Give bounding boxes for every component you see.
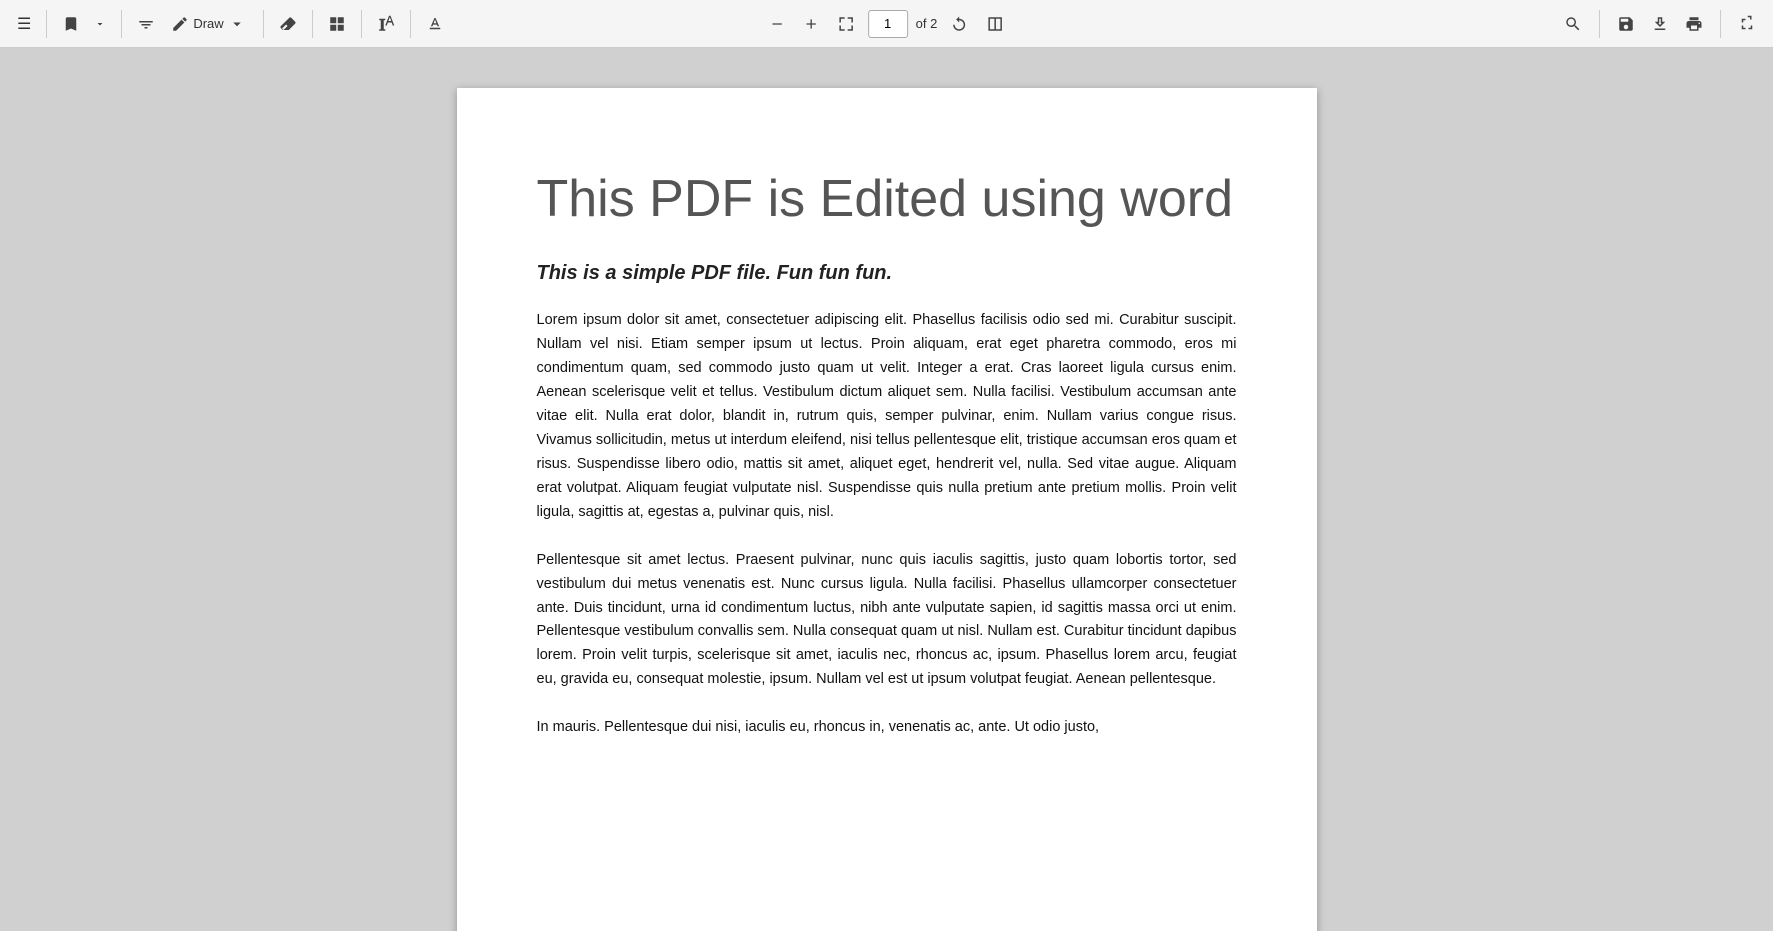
eraser-icon	[279, 15, 297, 33]
filter-icon	[137, 15, 155, 33]
aa-button[interactable]	[421, 10, 449, 38]
zoom-in-icon	[803, 16, 819, 32]
draw-label: Draw	[193, 16, 223, 31]
rotate-button[interactable]	[945, 10, 973, 38]
draw-button[interactable]: Draw	[164, 10, 252, 38]
content-area: This PDF is Edited using word This is a …	[0, 48, 1773, 931]
page-navigation: of 2	[764, 10, 1010, 38]
menu-icon: ☰	[17, 14, 31, 34]
bookmark-dropdown-button[interactable]	[89, 13, 111, 35]
divider-1	[46, 10, 47, 38]
save-button[interactable]	[1612, 10, 1640, 38]
text-size-icon	[377, 15, 395, 33]
chevron-down-icon	[94, 18, 106, 30]
columns-icon	[986, 15, 1004, 33]
divider-4	[312, 10, 313, 38]
document-paragraph-1: Lorem ipsum dolor sit amet, consectetuer…	[537, 309, 1237, 524]
download-button[interactable]	[1646, 10, 1674, 38]
fullscreen-icon	[1738, 15, 1756, 33]
zoom-out-button[interactable]	[764, 11, 790, 37]
divider-right-2	[1720, 10, 1721, 38]
bookmark-button[interactable]	[57, 10, 85, 38]
divider-5	[361, 10, 362, 38]
view-button[interactable]	[323, 10, 351, 38]
page-number-input[interactable]	[868, 10, 908, 38]
print-icon	[1685, 15, 1703, 33]
divider-2	[121, 10, 122, 38]
save-icon	[1617, 15, 1635, 33]
menu-button[interactable]: ☰	[12, 9, 36, 39]
print-button[interactable]	[1680, 10, 1708, 38]
fit-page-icon	[837, 15, 855, 33]
pdf-page: This PDF is Edited using word This is a …	[457, 88, 1317, 931]
search-button[interactable]	[1559, 10, 1587, 38]
rotate-icon	[950, 15, 968, 33]
fullscreen-button[interactable]	[1733, 10, 1761, 38]
zoom-out-icon	[769, 16, 785, 32]
search-icon	[1564, 15, 1582, 33]
document-subtitle: This is a simple PDF file. Fun fun fun.	[537, 262, 1237, 285]
fit-page-button[interactable]	[832, 10, 860, 38]
divider-right-1	[1599, 10, 1600, 38]
columns-button[interactable]	[981, 10, 1009, 38]
text-size-button[interactable]	[372, 10, 400, 38]
draw-icon	[171, 15, 189, 33]
aa-icon	[426, 15, 444, 33]
document-title: This PDF is Edited using word	[537, 168, 1237, 230]
zoom-in-button[interactable]	[798, 11, 824, 37]
divider-6	[410, 10, 411, 38]
left-tools: ☰ Draw	[12, 9, 449, 39]
draw-chevron-icon	[228, 15, 246, 33]
page-total: of 2	[916, 16, 938, 31]
document-paragraph-2: Pellentesque sit amet lectus. Praesent p…	[537, 549, 1237, 693]
bookmark-icon	[62, 15, 80, 33]
eraser-button[interactable]	[274, 10, 302, 38]
toolbar: ☰ Draw	[0, 0, 1773, 48]
right-tools	[1559, 10, 1761, 38]
download-icon	[1651, 15, 1669, 33]
document-paragraph-3: In mauris. Pellentesque dui nisi, iaculi…	[537, 716, 1237, 740]
view-icon	[328, 15, 346, 33]
divider-3	[263, 10, 264, 38]
filter-button[interactable]	[132, 10, 160, 38]
